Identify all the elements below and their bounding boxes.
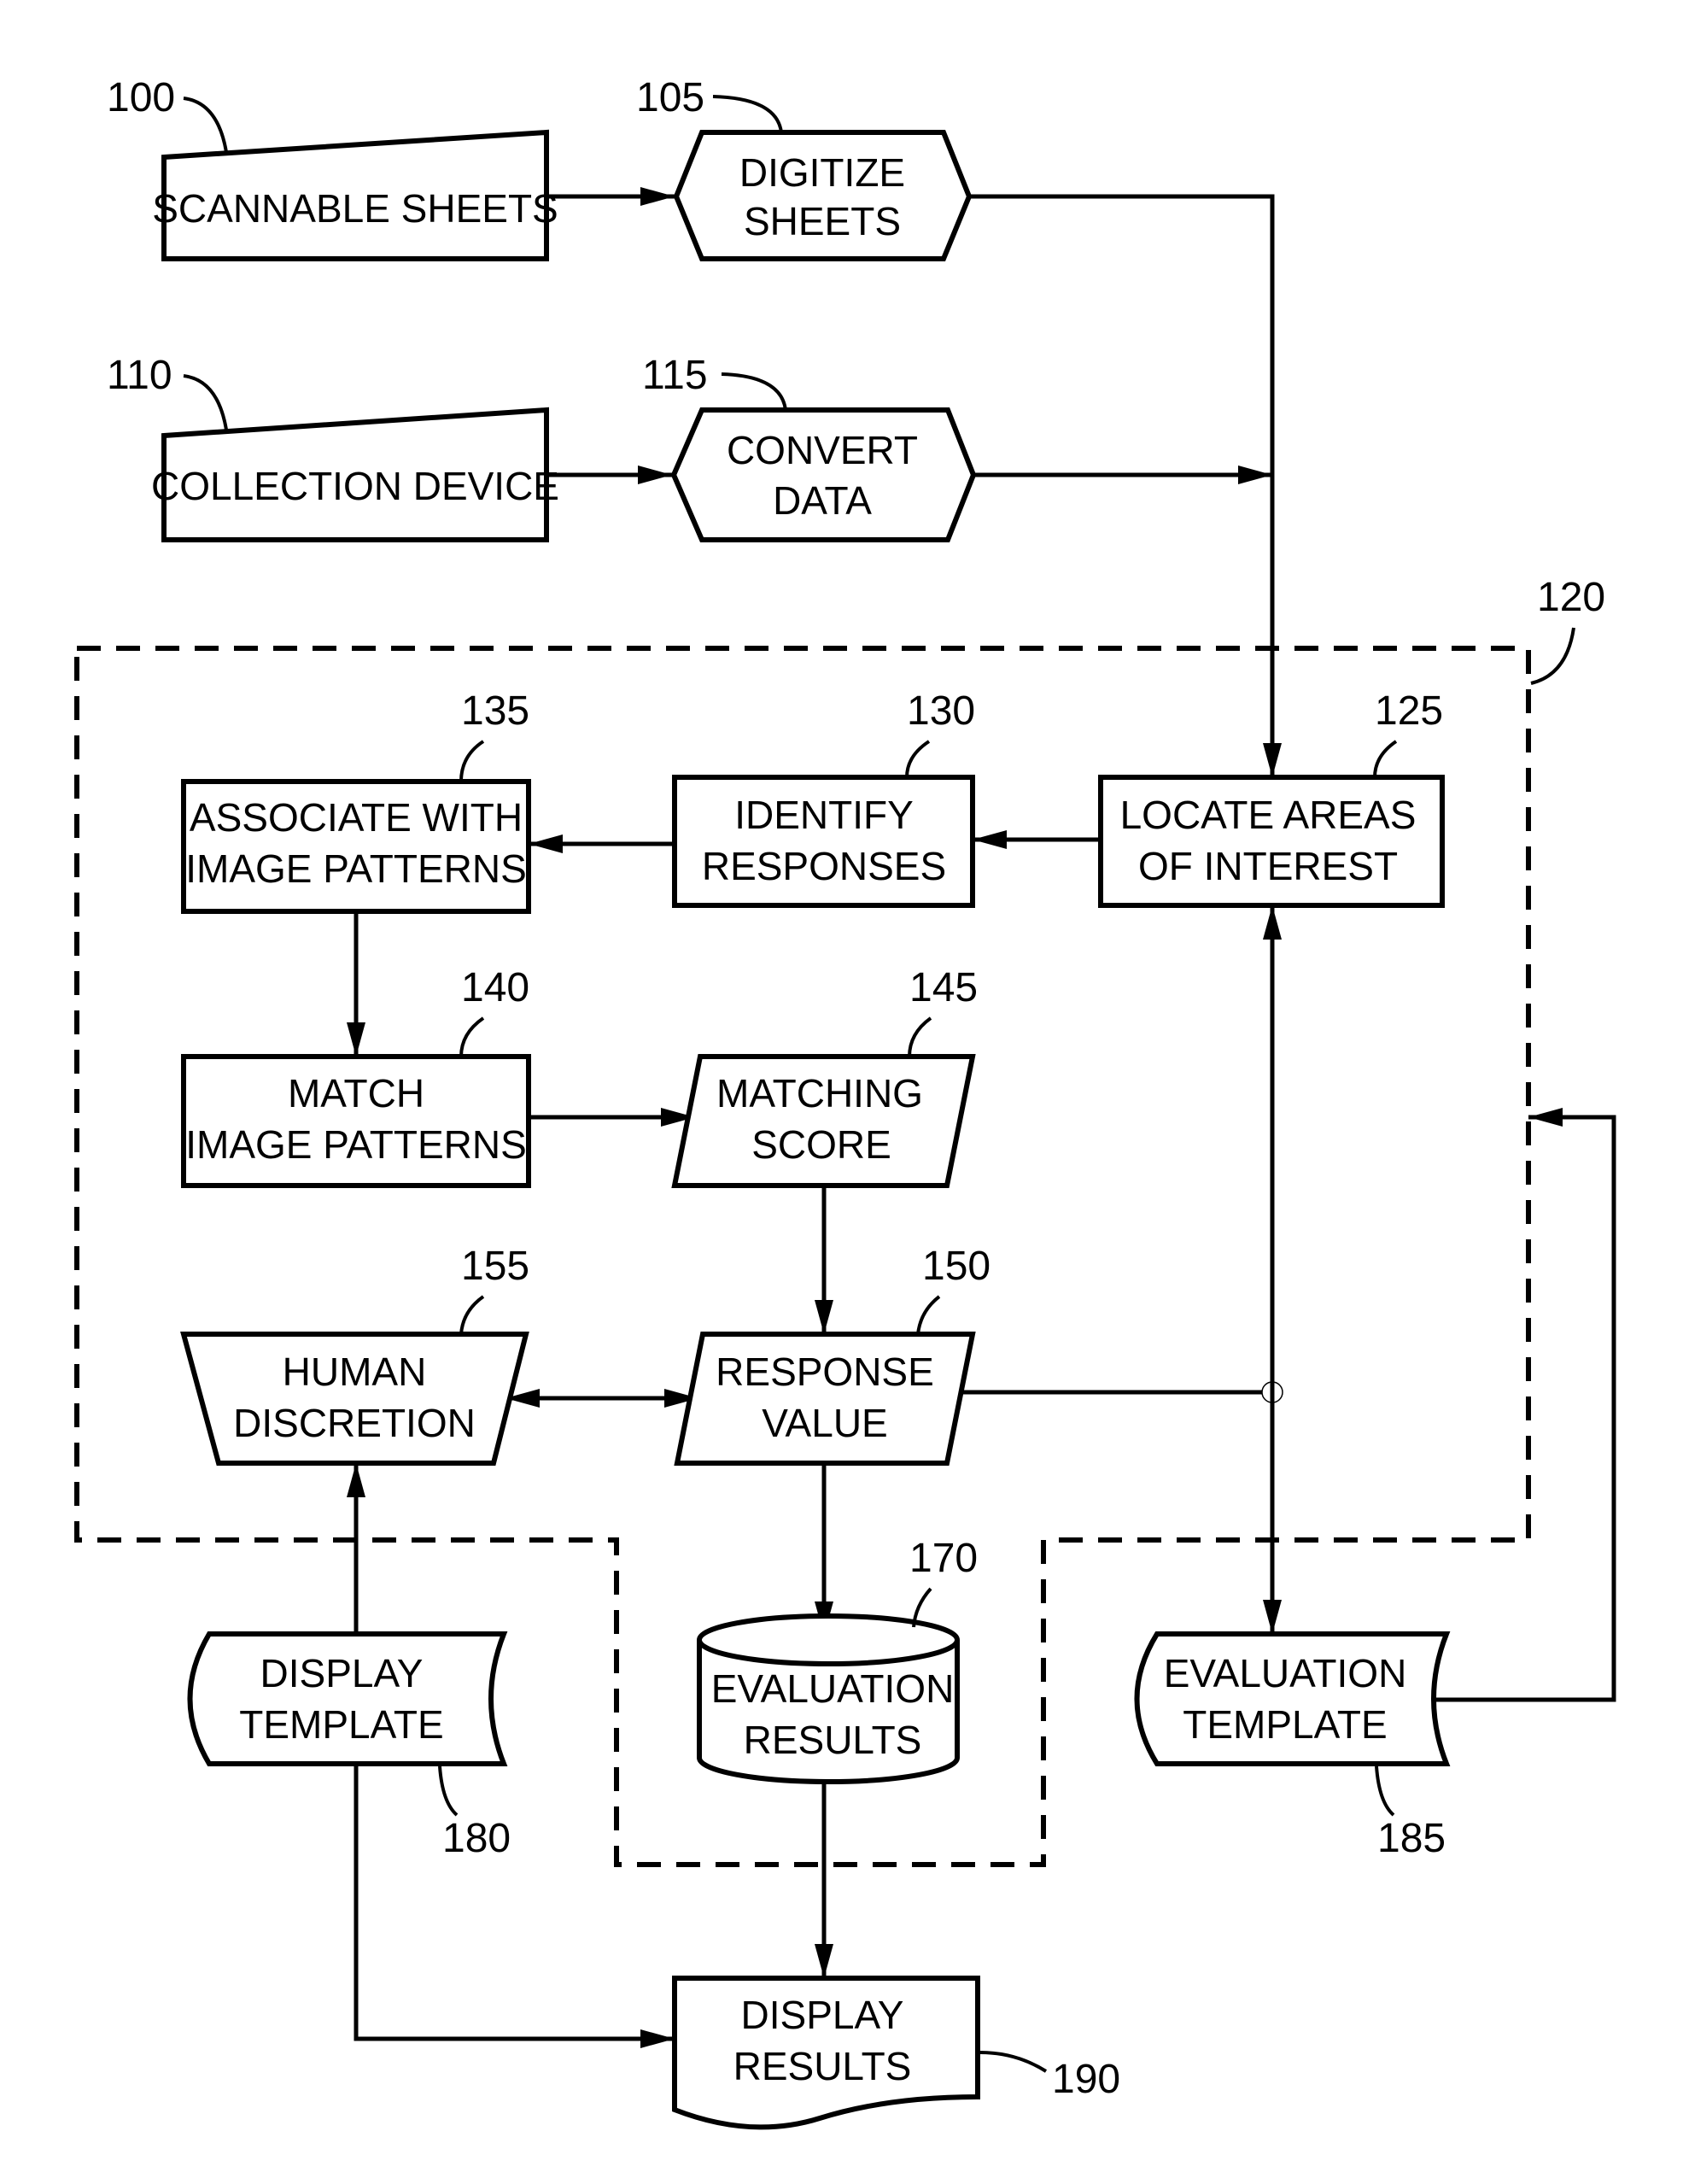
svg-text:OF INTEREST: OF INTEREST xyxy=(1138,844,1398,888)
ref-100: 100 xyxy=(107,75,175,120)
ref-125: 125 xyxy=(1375,688,1443,734)
svg-text:TEMPLATE: TEMPLATE xyxy=(239,1702,443,1747)
ref-155: 155 xyxy=(461,1244,529,1289)
svg-text:RESULTS: RESULTS xyxy=(733,2044,912,2088)
node-scannable-sheets: SCANNABLE SHEETS 100 xyxy=(107,75,558,261)
ref-110: 110 xyxy=(107,353,172,398)
svg-text:CONVERT: CONVERT xyxy=(727,428,918,472)
node-identify-responses: IDENTIFY RESPONSES 130 xyxy=(672,688,975,908)
svg-text:IMAGE PATTERNS: IMAGE PATTERNS xyxy=(185,846,527,891)
ref-130: 130 xyxy=(907,688,975,734)
node-evaluation-template: EVALUATION TEMPLATE 185 xyxy=(1134,1631,1451,1861)
ref-170: 170 xyxy=(909,1536,978,1581)
svg-text:IDENTIFY: IDENTIFY xyxy=(734,793,914,837)
ref-105: 105 xyxy=(636,75,704,120)
svg-text:RESPONSE: RESPONSE xyxy=(716,1350,934,1394)
svg-text:EVALUATION: EVALUATION xyxy=(1164,1651,1407,1695)
ref-145: 145 xyxy=(909,965,978,1010)
svg-text:SCANNABLE SHEETS: SCANNABLE SHEETS xyxy=(152,186,558,231)
node-display-results: DISPLAY RESULTS 190 xyxy=(672,1976,1120,2130)
svg-text:DISPLAY: DISPLAY xyxy=(260,1651,424,1695)
ref-140: 140 xyxy=(461,965,529,1010)
svg-text:RESULTS: RESULTS xyxy=(744,1718,922,1762)
node-associate-patterns: ASSOCIATE WITH IMAGE PATTERNS 135 xyxy=(181,688,531,914)
node-digitize-sheets: DIGITIZE SHEETS 105 xyxy=(636,75,973,261)
leader-120 xyxy=(1530,627,1575,685)
node-display-template: DISPLAY TEMPLATE 180 xyxy=(187,1631,511,1861)
svg-text:RESPONSES: RESPONSES xyxy=(702,844,946,888)
svg-text:DATA: DATA xyxy=(773,478,872,523)
ref-115: 115 xyxy=(642,353,708,398)
svg-text:EVALUATION: EVALUATION xyxy=(711,1666,955,1711)
svg-text:SHEETS: SHEETS xyxy=(744,199,901,243)
svg-text:SCORE: SCORE xyxy=(751,1122,891,1167)
svg-text:MATCH: MATCH xyxy=(288,1071,424,1115)
svg-text:MATCHING: MATCHING xyxy=(716,1071,923,1115)
svg-text:HUMAN: HUMAN xyxy=(283,1350,427,1394)
svg-text:LOCATE AREAS: LOCATE AREAS xyxy=(1120,793,1417,837)
node-convert-data: CONVERT DATA 115 xyxy=(642,353,977,542)
ref-185: 185 xyxy=(1377,1816,1446,1861)
arrow-displaytemplate-to-results xyxy=(354,1764,675,2048)
svg-text:ASSOCIATE WITH: ASSOCIATE WITH xyxy=(190,795,523,840)
ref-190: 190 xyxy=(1052,2057,1120,2102)
ref-135: 135 xyxy=(461,688,529,734)
flowchart: 120 SCANNABLE SHEETS 100 DIGITIZE SHEETS… xyxy=(74,75,1616,2130)
svg-text:DISPLAY: DISPLAY xyxy=(741,1993,904,2037)
node-matching-score: MATCHING SCORE 145 xyxy=(671,965,978,1188)
node-human-discretion: HUMAN DISCRETION 155 xyxy=(180,1244,529,1466)
svg-text:COLLECTION DEVICE: COLLECTION DEVICE xyxy=(151,464,559,508)
line-digitize-to-locate xyxy=(969,194,1282,777)
svg-text:DISCRETION: DISCRETION xyxy=(233,1401,476,1445)
node-response-value: RESPONSE VALUE 150 xyxy=(674,1244,991,1466)
svg-text:DIGITIZE: DIGITIZE xyxy=(739,150,905,195)
node-collection-device: COLLECTION DEVICE 110 xyxy=(107,353,559,542)
ref-150: 150 xyxy=(922,1244,991,1289)
svg-text:VALUE: VALUE xyxy=(762,1401,887,1445)
node-evaluation-results: EVALUATION RESULTS 170 xyxy=(697,1536,978,1784)
svg-text:IMAGE PATTERNS: IMAGE PATTERNS xyxy=(185,1122,527,1167)
ref-120: 120 xyxy=(1537,575,1605,620)
arrow-evaltemplate-to-container xyxy=(1422,1108,1616,1702)
ref-180: 180 xyxy=(442,1816,511,1861)
svg-text:TEMPLATE: TEMPLATE xyxy=(1183,1702,1387,1747)
